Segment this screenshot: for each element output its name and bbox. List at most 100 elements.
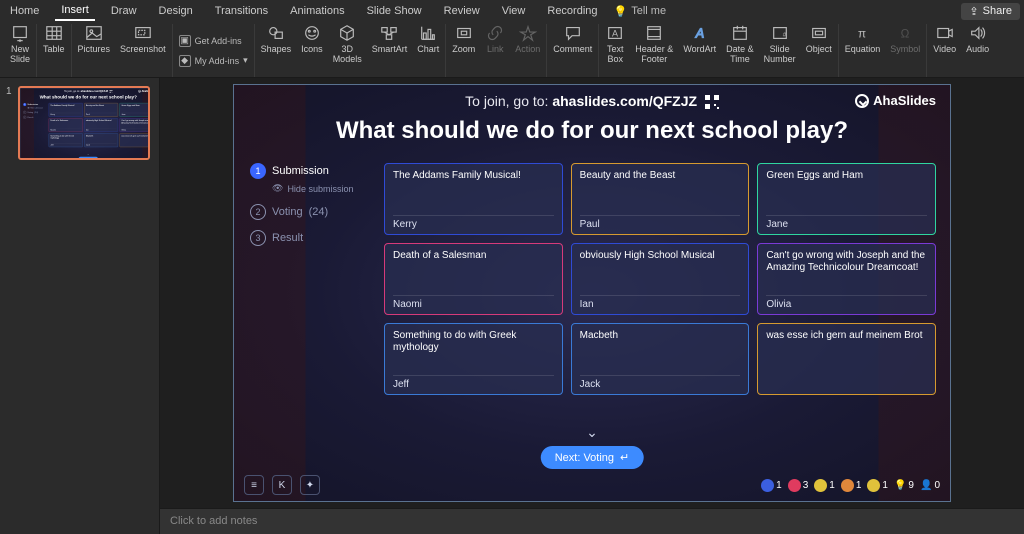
tab-animations[interactable]: Animations [284,2,350,20]
tab-view[interactable]: View [496,2,532,20]
action-button[interactable]: Action [515,24,540,54]
step-submission[interactable]: 1Submission [23,103,48,106]
zoom-button[interactable]: Zoom [452,24,475,54]
tab-draw[interactable]: Draw [105,2,143,20]
my-addins-button[interactable]: ◆My Add-ins▾ [179,54,248,68]
icons-button[interactable]: Icons [301,24,323,54]
submission-card[interactable]: Something to do with Greek mythologyJeff [49,133,83,147]
reaction[interactable]: 1 [814,479,835,492]
chevron-down-icon[interactable]: ⌄ [586,424,598,441]
submission-card[interactable]: Death of a Salesman Naomi [49,118,83,132]
submission-text: Death of a Salesman [50,120,81,122]
next-voting-button[interactable]: Next: Voting ↵ [541,446,644,469]
audio-icon [968,24,988,42]
step-result[interactable]: 3Result [23,116,48,119]
next-voting-button[interactable]: Next: Voting ↵ [78,157,97,160]
symbol-button[interactable]: ΩSymbol [890,24,920,54]
lightbulb-icon: 💡 [894,480,906,491]
submission-card[interactable]: Beauty and the BeastPaul [571,163,750,235]
submission-card[interactable]: Can't go wrong with Joseph and the Amazi… [757,243,936,315]
slide-thumbnail-1[interactable]: To join, go to: ahaslides.com/QFZJZ AhaS… [18,86,150,160]
pictures-icon [84,24,104,42]
reaction[interactable]: 1 [867,479,888,492]
chart-button[interactable]: Chart [417,24,439,54]
wordart-icon: A [690,24,710,42]
notes-field[interactable]: Click to add notes [160,508,1024,534]
submission-author: Naomi [50,128,81,131]
svg-text:π: π [858,28,866,41]
hide-submission-label: Hide submission [287,184,353,194]
reaction[interactable]: 1 [761,479,782,492]
pictures-button[interactable]: Pictures [78,24,111,54]
submission-card[interactable]: obviously High School MusicalIan [571,243,750,315]
step-submission[interactable]: 1Submission [250,163,380,179]
video-button[interactable]: Video [933,24,956,54]
reaction-emoji-icon [761,479,774,492]
3d-models-button[interactable]: 3D Models [333,24,362,64]
submission-card[interactable]: was esse ich gern auf meinem Brot [757,323,936,395]
object-icon [809,24,829,42]
submission-text: obviously High School Musical [580,250,741,262]
datetime-button[interactable]: Date & Time [726,24,754,64]
submission-card[interactable]: obviously High School MusicalIan [84,118,118,132]
submission-card[interactable]: was esse ich gern auf meinem Brot [120,133,150,147]
tab-design[interactable]: Design [153,2,199,20]
tab-recording[interactable]: Recording [541,2,603,20]
smartart-button[interactable]: SmartArt [372,24,408,54]
idea-count: 💡9 [894,480,914,491]
voting-count: (24) [34,111,38,113]
tab-home[interactable]: Home [4,2,45,20]
cube-icon [337,24,357,42]
submission-card[interactable]: Can't go wrong with Joseph and the Amazi… [120,118,150,132]
hide-submission-button[interactable]: 👁Hide submission [27,107,48,109]
submission-card[interactable]: The Addams Family Musical!Kerry [384,163,563,235]
tab-slideshow[interactable]: Slide Show [361,2,428,20]
screenshot-button[interactable]: Screenshot [120,24,166,54]
screenshot-label: Screenshot [120,44,166,54]
submission-card[interactable]: Green Eggs and HamJane [757,163,936,235]
step-voting[interactable]: 2Voting (24) [23,111,48,114]
get-addins-button[interactable]: ▣Get Add-ins [179,34,248,48]
tab-insert[interactable]: Insert [55,1,95,21]
slide-content[interactable]: To join, go to: ahaslides.com/QFZJZ AhaS… [233,84,951,502]
link-button[interactable]: Link [485,24,505,54]
submission-card[interactable]: Death of a SalesmanNaomi [384,243,563,315]
tab-review[interactable]: Review [438,2,486,20]
chevron-down-icon[interactable]: ⌄ [87,153,89,156]
audio-button[interactable]: Audio [966,24,989,54]
smartart-label: SmartArt [372,44,408,54]
step-result-label: Result [272,232,303,244]
submission-card[interactable]: MacbethJack [84,133,118,147]
object-button[interactable]: Object [806,24,832,54]
slide-content[interactable]: To join, go to: ahaslides.com/QFZJZ AhaS… [20,88,150,160]
shapes-button[interactable]: Shapes [261,24,292,54]
step-result[interactable]: 3Result [250,230,380,246]
chevron-down-icon: ▾ [243,55,248,66]
table-button[interactable]: Table [43,24,65,54]
reaction[interactable]: 3 [788,479,809,492]
new-slide-button[interactable]: New Slide [10,24,30,64]
tab-transitions[interactable]: Transitions [209,2,274,20]
reaction[interactable]: 1 [841,479,862,492]
submission-card[interactable]: Something to do with Greek mythologyJeff [384,323,563,395]
share-button[interactable]: ⇪ Share [961,3,1020,20]
submission-card[interactable]: The Addams Family Musical!Kerry [49,103,83,117]
submission-author: Olivia [766,295,927,310]
submission-card[interactable]: Beauty and the BeastPaul [84,103,118,117]
submission-card[interactable]: Green Eggs and HamJane [120,103,150,117]
tell-me-label: Tell me [631,5,666,17]
textbox-button[interactable]: AText Box [605,24,625,64]
wordart-button[interactable]: AWordArt [683,24,716,54]
hide-submission-button[interactable]: 👁Hide submission [272,183,380,194]
submission-card[interactable]: MacbethJack [571,323,750,395]
comment-button[interactable]: Comment [553,24,592,54]
headerfooter-button[interactable]: Header & Footer [635,24,673,64]
slidenum-button[interactable]: #Slide Number [764,24,796,64]
menu-icon[interactable]: ≡ [244,475,264,495]
keyboard-icon[interactable]: K [272,475,292,495]
reaction-emoji-icon [814,479,827,492]
confetti-icon[interactable]: ✦ [300,475,320,495]
step-voting[interactable]: 2Voting (24) [250,204,380,220]
tell-me[interactable]: 💡 Tell me [614,5,667,18]
equation-button[interactable]: πEquation [845,24,881,54]
